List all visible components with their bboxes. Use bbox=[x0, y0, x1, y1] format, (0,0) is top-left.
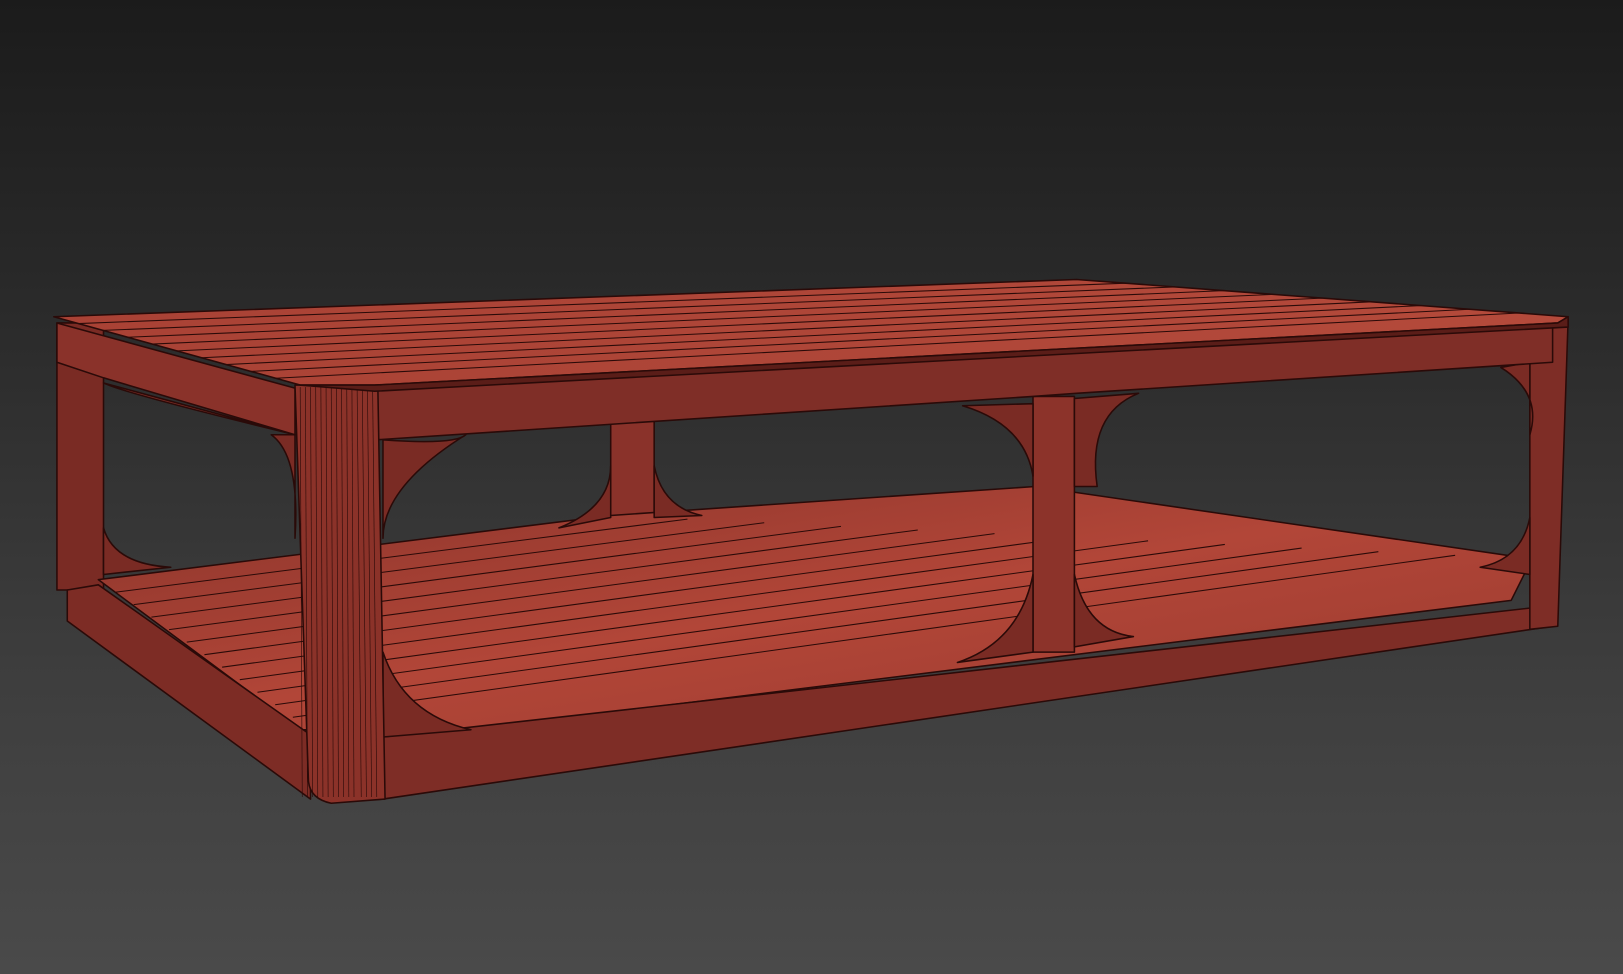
bracket-arc bbox=[382, 433, 467, 540]
bracket-arc bbox=[1073, 392, 1140, 488]
3d-viewport[interactable] bbox=[0, 0, 1623, 974]
front-left-leg bbox=[294, 384, 386, 804]
bracket-arc bbox=[270, 433, 297, 540]
bracket-arc bbox=[558, 465, 612, 529]
bracket-arc bbox=[1500, 361, 1534, 436]
right-front-leg bbox=[1529, 318, 1569, 631]
back-center-leg bbox=[609, 418, 655, 519]
bracket-arc bbox=[1479, 516, 1531, 576]
middle-front-leg bbox=[1032, 395, 1076, 653]
bracket-arc bbox=[102, 527, 172, 576]
coffee-table-render bbox=[53, 278, 1569, 804]
bracket-arc bbox=[961, 402, 1034, 477]
